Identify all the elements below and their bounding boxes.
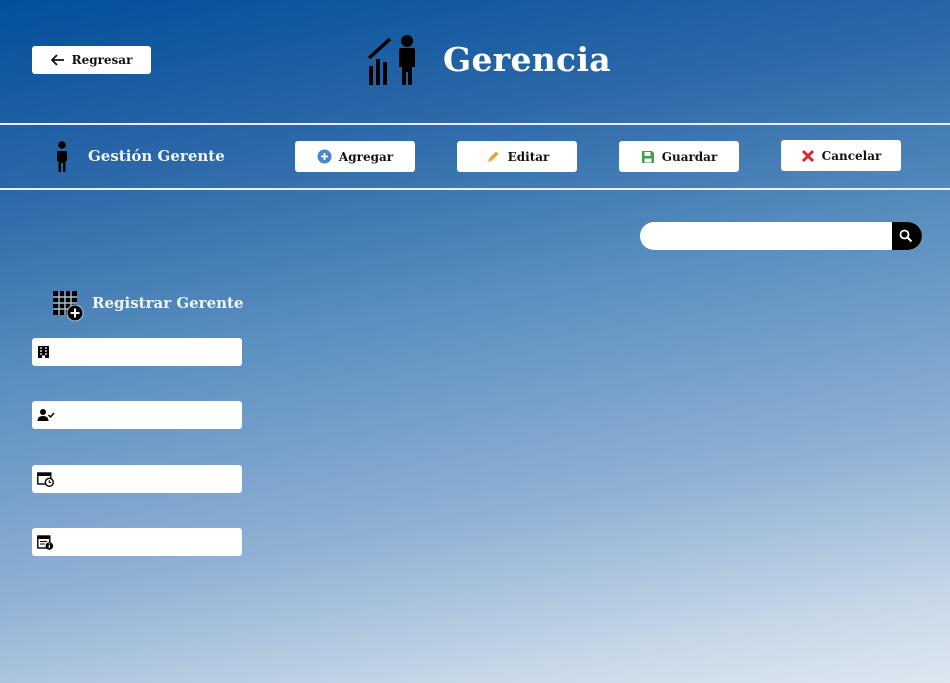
user-check-icon [37,408,55,422]
add-button-label: Agregar [338,149,394,164]
table-add-icon [52,290,84,326]
back-button-label: Regresar [71,53,133,67]
arrow-left-icon [50,54,65,66]
calendar-clock-icon [37,471,54,487]
analytics-person-icon [366,34,418,90]
search-bar [640,222,922,250]
building-field [32,338,242,366]
save-button[interactable]: Guardar [619,141,739,172]
save-button-label: Guardar [661,149,718,164]
person-icon [55,141,69,176]
search-button[interactable] [892,222,922,250]
start-date-field [32,465,242,493]
details-input[interactable] [58,529,242,555]
back-button[interactable]: Regresar [32,46,151,74]
details-field [32,528,242,556]
plus-circle-icon [317,149,332,164]
calendar-info-icon [37,534,54,550]
cancel-button-label: Cancelar [821,148,882,163]
start-date-input[interactable] [58,466,242,492]
form-title: Registrar Gerente [92,294,244,312]
add-button[interactable]: Agregar [295,141,415,172]
search-icon [899,229,913,243]
building-input[interactable] [54,339,242,365]
section-label: Gestión Gerente [88,147,225,165]
pencil-icon [485,149,501,165]
search-input[interactable] [652,222,892,250]
manager-input[interactable] [59,402,242,428]
building-icon [37,345,50,359]
toolbar-bottom-divider [0,188,950,190]
edit-button-label: Editar [507,149,550,164]
floppy-disk-icon [641,150,655,164]
close-icon [801,149,815,163]
toolbar-top-divider [0,123,950,125]
edit-button[interactable]: Editar [457,141,577,172]
manager-field [32,401,242,429]
page-title: Gerencia [443,40,611,79]
cancel-button[interactable]: Cancelar [781,140,901,171]
